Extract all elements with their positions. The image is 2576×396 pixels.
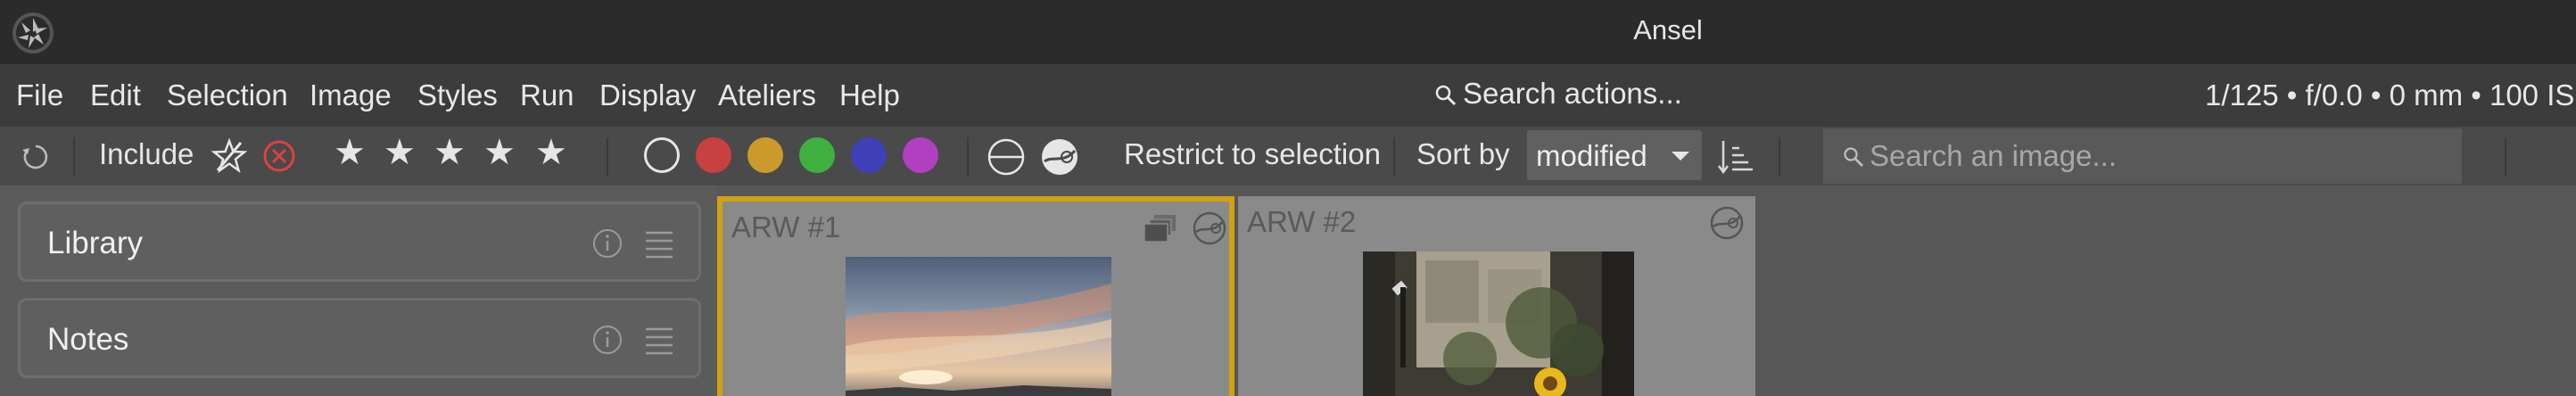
color-label-green-icon[interactable] [799,137,835,173]
search-icon [1435,85,1457,106]
color-label-yellow-icon[interactable] [747,137,783,173]
left-panel: Library Notes [0,186,717,396]
thumbnail-label: ARW #1 [731,210,841,243]
thumbnail[interactable]: ARW #1 [717,196,1234,396]
menu-display[interactable]: Display [599,78,696,112]
info-icon[interactable] [591,324,623,356]
menu-file[interactable]: File [16,78,63,112]
module-library[interactable]: Library [18,202,701,282]
thumbnail-label: ARW #2 [1247,205,1357,238]
group-icon[interactable] [1142,212,1179,244]
menu-edit[interactable]: Edit [90,78,141,112]
search-icon [1844,147,1863,167]
restrict-to-selection-button[interactable]: Restrict to selection [1124,137,1381,171]
filter-toolbar: Include ★ ★ ★ ★ ★ Restrict to selection … [0,127,2576,186]
altered-filter-icon[interactable] [1040,137,1079,177]
sort-by-select[interactable]: modified [1527,130,1702,180]
thumbnail-image [1363,252,1634,396]
separator [967,137,969,177]
module-title: Library [47,226,143,260]
chevron-down-icon [1672,152,1689,161]
separator [1393,137,1395,177]
color-label-purple-icon[interactable] [903,137,938,173]
sunflower-photo [1363,252,1634,396]
thumbnail-image [846,257,1111,396]
menu-image[interactable]: Image [310,78,392,112]
search-image-field[interactable] [1823,128,2462,184]
reject-icon[interactable] [262,139,296,173]
star-4-icon[interactable]: ★ [483,132,516,173]
sort-by-label: Sort by [1416,137,1510,170]
search-actions-button[interactable]: Search actions... [1434,77,1682,111]
exif-info: 1/125 • f/0.0 • 0 mm • 100 ISO [2205,78,2576,111]
search-image-input[interactable] [1870,136,2440,177]
module-notes[interactable]: Notes [18,298,701,378]
info-icon[interactable] [591,227,623,260]
reset-filters-icon[interactable] [20,141,52,173]
menu-styles[interactable]: Styles [417,78,498,112]
star-3-icon[interactable]: ★ [433,132,466,173]
lighttable-grid: ARW #1 ARW #2 [717,186,2576,396]
altered-icon[interactable] [1192,210,1227,246]
presets-menu-icon[interactable] [643,227,675,260]
sort-by-value: modified [1536,139,1647,172]
separator [2505,137,2506,177]
color-label-red-icon[interactable] [696,137,731,173]
color-label-blue-icon[interactable] [851,137,887,173]
module-title: Notes [47,322,129,357]
star-5-icon[interactable]: ★ [535,132,567,173]
rejected-star-icon[interactable] [211,137,248,175]
include-label: Include [99,137,194,170]
sort-order-icon[interactable] [1716,137,1755,177]
star-2-icon[interactable]: ★ [384,132,416,173]
menu-help[interactable]: Help [839,78,900,112]
title-bar: Ansel [0,0,2576,64]
window-title: Ansel [1633,14,1703,45]
separator [607,137,608,177]
menu-run[interactable]: Run [520,78,574,112]
thumbnail[interactable]: ARW #2 [1238,196,1755,396]
altered-icon[interactable] [1709,205,1745,241]
presets-menu-icon[interactable] [643,324,675,356]
menu-bar: File Edit Selection Image Styles Run Dis… [0,64,2576,127]
unaltered-filter-icon[interactable] [987,137,1026,177]
star-1-icon[interactable]: ★ [334,132,366,173]
separator [73,137,75,177]
menu-ateliers[interactable]: Ateliers [718,78,816,112]
search-actions-label: Search actions... [1463,77,1682,110]
menu-selection[interactable]: Selection [167,78,288,112]
sunset-photo [846,257,1111,396]
color-label-none-icon[interactable] [644,137,680,173]
separator [1779,137,1780,177]
